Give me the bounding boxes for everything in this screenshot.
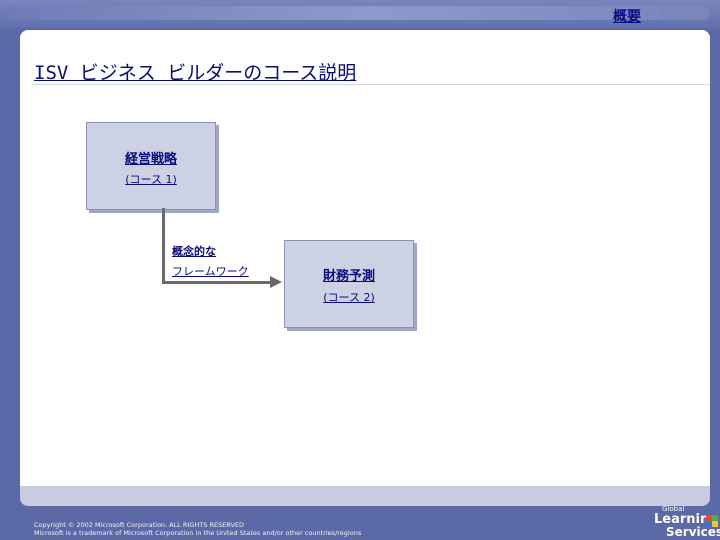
slide-panel-bottom <box>20 486 710 506</box>
logo-services-text: Services <box>666 525 720 539</box>
course2-subtitle[interactable]: (コース 2) <box>285 289 413 305</box>
connector-arrow-head <box>270 276 282 288</box>
global-learning-services-logo: Global Learning Services <box>652 505 720 539</box>
course1-box[interactable]: 経営戦略 (コース 1) <box>86 122 216 210</box>
copyright-line: Copyright © 2002 Microsoft Corporation. … <box>34 521 245 529</box>
connector-vertical-line <box>162 208 165 284</box>
course1-subtitle[interactable]: (コース 1) <box>87 171 215 187</box>
trademark-line: Microsoft is a trademark of Microsoft Co… <box>34 529 362 537</box>
connector-label-line2[interactable]: フレームワーク <box>172 262 249 282</box>
windows-flag-icon <box>706 515 718 527</box>
course1-title[interactable]: 経営戦略 <box>87 148 215 167</box>
title-divider <box>32 84 710 85</box>
top-bar: 概要 <box>0 0 720 28</box>
overview-link[interactable]: 概要 <box>613 6 641 26</box>
connector-label[interactable]: 概念的な フレームワーク <box>172 242 249 282</box>
slide-title[interactable]: ISV ビジネス ビルダーのコース説明 <box>34 58 356 85</box>
top-bar-right-decoration <box>660 6 710 20</box>
connector-label-line1[interactable]: 概念的な <box>172 242 249 262</box>
course2-box[interactable]: 財務予測 (コース 2) <box>284 240 414 328</box>
top-bar-strip <box>4 6 668 20</box>
copyright-footer: Copyright © 2002 Microsoft Corporation. … <box>34 521 361 537</box>
course2-title[interactable]: 財務予測 <box>285 265 413 284</box>
